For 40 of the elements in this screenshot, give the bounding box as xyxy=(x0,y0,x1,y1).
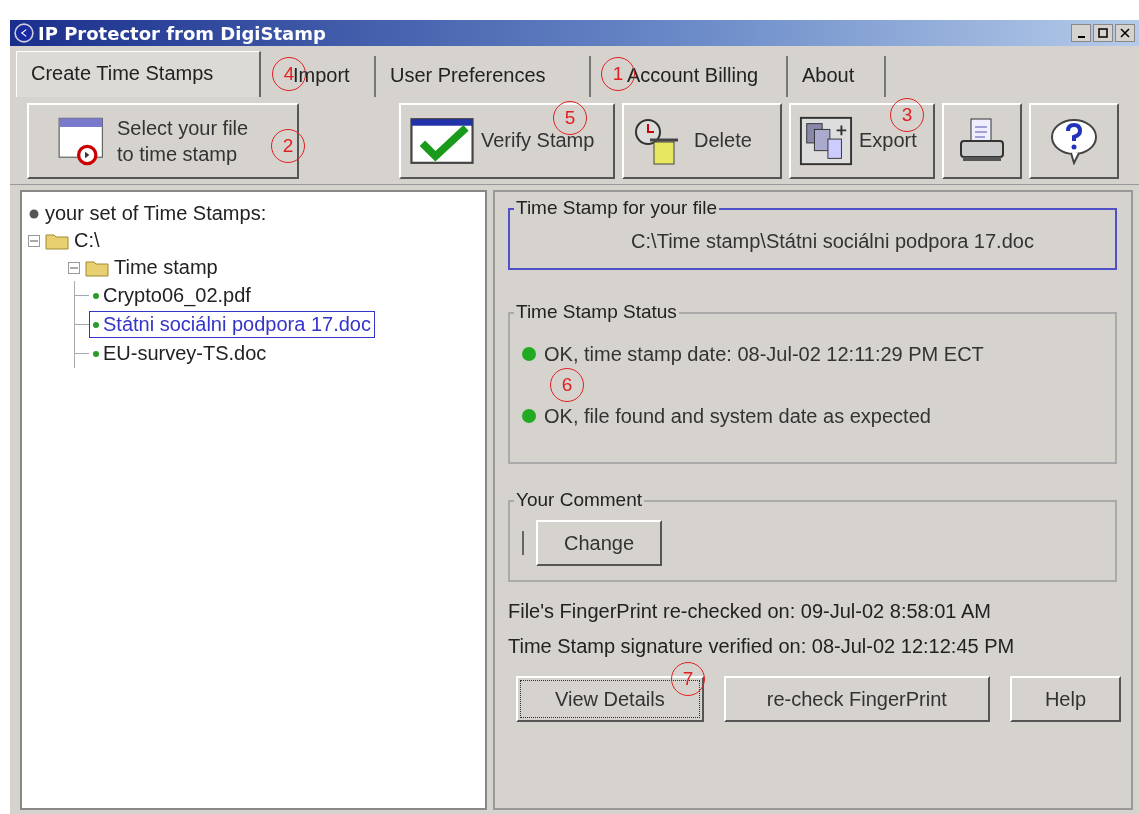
dialog-button[interactable]: re-check FingerPrint xyxy=(723,676,990,722)
checkmark-icon xyxy=(409,116,475,165)
collapse-icon[interactable] xyxy=(68,261,80,274)
dialog-button[interactable]: Help xyxy=(1009,676,1121,722)
tree-file-item[interactable]: EU-survey-TS.doc xyxy=(89,340,271,367)
file-bullet-icon xyxy=(93,292,99,299)
info-text: Time Stamp signature verified on: 08-Jul-02 12:12:45 PM xyxy=(508,635,1016,658)
help-bubble-icon xyxy=(1049,116,1099,165)
app-icon xyxy=(14,23,34,43)
maximize-button[interactable] xyxy=(1093,24,1113,42)
print-button[interactable] xyxy=(942,102,1022,179)
help-button[interactable] xyxy=(1029,102,1119,179)
file-bullet-icon xyxy=(93,350,99,357)
tab[interactable]: About xyxy=(788,56,886,97)
tree-file-item[interactable]: Státni sociálni podpora 17.doc xyxy=(89,311,375,338)
tree-root-label: your set of Time Stamps: xyxy=(45,202,267,225)
info-text: File's FingerPrint re-checked on: 09-Jul-02 8:58:01 AM xyxy=(508,600,992,623)
file-path: C:\Time stamp\Státni sociálni podpora 17.doc xyxy=(630,230,1035,253)
collapse-icon[interactable] xyxy=(28,234,40,247)
status-text: OK, time stamp date: 08-Jul-02 12:11:29 PM ECT xyxy=(544,342,984,366)
maximize-icon xyxy=(1098,28,1108,38)
change-button[interactable]: Change xyxy=(536,520,663,566)
root-node-icon xyxy=(28,207,40,220)
tab[interactable]: User Preferences xyxy=(376,56,591,97)
file-bullet-icon xyxy=(93,321,99,328)
tree-item[interactable]: C:\ xyxy=(28,227,479,254)
documents-icon xyxy=(799,114,853,167)
minimize-icon xyxy=(1077,36,1085,38)
tab[interactable]: Create Time Stamps xyxy=(16,51,261,97)
status-text: OK, file found and system date as expected xyxy=(544,404,931,428)
window-title: IP Protector from DigiStamp xyxy=(38,22,326,44)
tree-file-item[interactable]: Crypto06_02.pdf xyxy=(89,282,255,309)
folder-icon xyxy=(45,231,69,250)
text-cursor xyxy=(522,531,524,555)
delete-button[interactable]: Delete xyxy=(622,102,782,179)
close-icon xyxy=(1120,28,1130,38)
minimize-button[interactable] xyxy=(1071,24,1091,42)
close-button[interactable] xyxy=(1115,24,1135,42)
folder-icon xyxy=(85,258,109,277)
tree-item[interactable]: Time stamp xyxy=(68,254,479,281)
